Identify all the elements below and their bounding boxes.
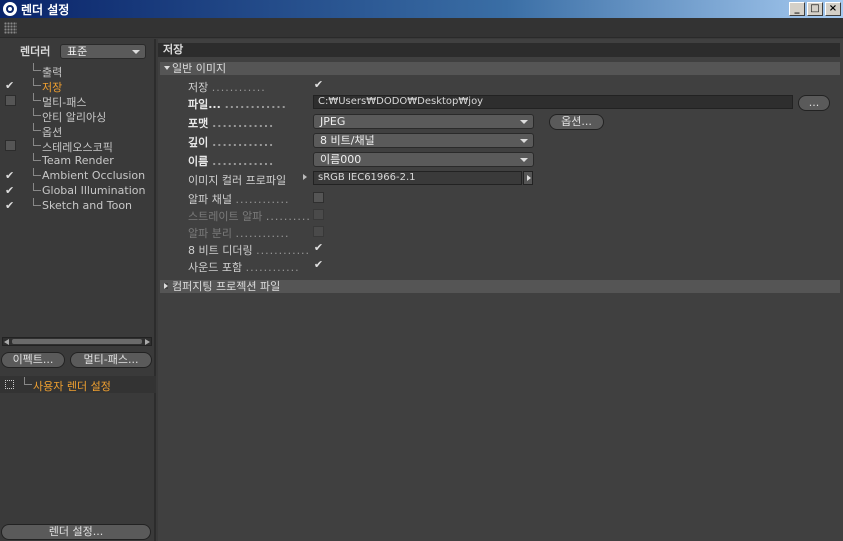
tree-item-label: Global Illumination (42, 184, 146, 197)
tree-item-options[interactable]: 옵션 (0, 123, 156, 139)
separate-alpha-row: 알파 분리 ............ (188, 224, 838, 240)
tree-item-antialiasing[interactable]: 안티 알리아싱 (0, 108, 156, 124)
tree-item-team-render[interactable]: Team Render (0, 153, 156, 168)
file-row: 파일... ............ C:₩Users₩DODO₩Desktop… (188, 95, 838, 111)
checkmark-icon[interactable]: ✔ (5, 170, 16, 181)
file-path-field[interactable]: C:₩Users₩DODO₩Desktop₩joy (313, 95, 793, 109)
tree-item-save[interactable]: ✔ 저장 (0, 78, 156, 94)
minimize-button[interactable]: _ (789, 2, 805, 16)
chevron-down-icon (132, 49, 140, 54)
depth-row: 깊이 ............ 8 비트/채널 (188, 133, 838, 149)
options-button[interactable]: 옵션... (549, 114, 604, 130)
checkmark-icon[interactable]: ✔ (5, 80, 16, 91)
straight-alpha-label: 스트레이트 알파 (188, 210, 263, 223)
renderer-value: 표준 (67, 44, 88, 58)
general-image-group[interactable]: 일반 이미지 (160, 62, 840, 75)
browse-button[interactable]: ... (798, 95, 830, 111)
include-sound-row: 사운드 포함 ............ ✔ (188, 258, 324, 274)
user-render-setting-row[interactable]: 사용자 렌더 설정 (0, 376, 156, 393)
format-dropdown[interactable]: JPEG (313, 114, 534, 129)
name-row: 이름 ............ 이름000 (188, 152, 838, 168)
alpha-channel-row: 알파 채널 ............ (188, 190, 838, 206)
chevron-down-icon (520, 158, 528, 162)
renderer-dropdown[interactable]: 표준 (60, 43, 146, 59)
maximize-button[interactable]: □ (807, 2, 823, 16)
alpha-channel-label: 알파 채널 (188, 193, 232, 206)
save-label: 저장 (188, 81, 209, 94)
checkbox[interactable] (5, 95, 16, 106)
tree-item-output[interactable]: 출력 (0, 63, 156, 79)
tree-item-label: Ambient Occlusion (42, 169, 146, 182)
tree-item-label: Team Render (42, 154, 114, 167)
name-value: 이름000 (320, 153, 362, 166)
straight-alpha-row: 스트레이트 알파 ............ (188, 207, 838, 223)
tree-item-multipass[interactable]: 멀티-패스 (0, 93, 156, 109)
chevron-down-icon (520, 139, 528, 143)
checkmark-icon[interactable]: ✔ (5, 200, 16, 211)
format-value: JPEG (320, 115, 346, 128)
left-panel: 렌더러 표준 출력 ✔ 저장 멀티-패스 안티 알리아싱 옵션 스테레오스코픽 … (0, 39, 156, 541)
format-label: 포맷 (188, 117, 209, 130)
scroll-right-icon[interactable] (145, 339, 150, 345)
chevron-down-icon (520, 120, 528, 124)
render-settings-button[interactable]: 렌더 설정... (1, 524, 151, 540)
checkbox[interactable] (5, 140, 16, 151)
color-profile-label: 이미지 컬러 프로파일 (188, 174, 287, 187)
multipass-button[interactable]: 멀티-패스... (70, 352, 152, 368)
effects-button[interactable]: 이펙트... (1, 352, 65, 368)
save-row: 저장 ............ ✔ (188, 78, 324, 94)
settings-tree: 출력 ✔ 저장 멀티-패스 안티 알리아싱 옵션 스테레오스코픽 Team Re… (0, 63, 156, 213)
save-checkbox[interactable]: ✔ (313, 79, 324, 91)
include-sound-label: 사운드 포함 (188, 261, 243, 274)
dithering-label: 8 비트 디더링 (188, 244, 253, 257)
straight-alpha-checkbox[interactable] (313, 209, 324, 220)
render-setting-icon (5, 380, 14, 389)
title-bar: 렌더 설정 _ □ × (0, 0, 843, 18)
tree-item-label: Sketch and Toon (42, 199, 133, 212)
format-row: 포맷 ............ JPEG 옵션... (188, 114, 838, 130)
tree-item-sketch-and-toon[interactable]: ✔ Sketch and Toon (0, 198, 156, 213)
scroll-thumb[interactable] (12, 339, 142, 344)
grip-icon[interactable] (4, 22, 17, 34)
group-title: 일반 이미지 (172, 62, 227, 75)
name-dropdown[interactable]: 이름000 (313, 152, 534, 167)
expand-arrow-icon[interactable] (303, 174, 307, 180)
window-title: 렌더 설정 (21, 2, 70, 17)
checkmark-icon[interactable]: ✔ (5, 185, 16, 196)
tree-item-stereoscopic[interactable]: 스테레오스코픽 (0, 138, 156, 154)
separate-alpha-label: 알파 분리 (188, 227, 232, 240)
horizontal-scrollbar[interactable] (2, 337, 152, 346)
chevron-down-icon (164, 66, 170, 70)
profile-menu-arrow-icon[interactable] (523, 171, 533, 185)
chevron-right-icon (164, 283, 168, 289)
tree-item-global-illumination[interactable]: ✔ Global Illumination (0, 183, 156, 198)
depth-dropdown[interactable]: 8 비트/채널 (313, 133, 534, 148)
include-sound-checkbox[interactable]: ✔ (313, 259, 324, 271)
right-panel: 저장 일반 이미지 저장 ............ ✔ 파일... ......… (158, 39, 843, 541)
alpha-channel-checkbox[interactable] (313, 192, 324, 203)
file-label: 파일... (188, 98, 221, 111)
color-profile-row: 이미지 컬러 프로파일 sRGB IEC61966-2.1 (188, 171, 838, 187)
color-profile-field[interactable]: sRGB IEC61966-2.1 (313, 171, 522, 185)
dithering-checkbox[interactable]: ✔ (313, 242, 324, 254)
tree-item-ambient-occlusion[interactable]: ✔ Ambient Occlusion (0, 168, 156, 183)
user-render-setting-label: 사용자 렌더 설정 (33, 380, 111, 393)
renderer-label: 렌더러 (20, 45, 51, 58)
group-title: 컴퍼지팅 프로젝션 파일 (172, 280, 281, 293)
close-button[interactable]: × (825, 2, 841, 16)
name-label: 이름 (188, 155, 209, 168)
scroll-left-icon[interactable] (4, 339, 9, 345)
dithering-row: 8 비트 디더링 ............ ✔ (188, 241, 324, 257)
depth-value: 8 비트/채널 (320, 134, 375, 147)
page-title: 저장 (158, 43, 840, 57)
depth-label: 깊이 (188, 136, 209, 149)
separate-alpha-checkbox[interactable] (313, 226, 324, 237)
compositing-project-file-group[interactable]: 컴퍼지팅 프로젝션 파일 (160, 280, 840, 293)
tool-strip (0, 18, 843, 38)
cinema4d-app-icon (3, 2, 17, 16)
